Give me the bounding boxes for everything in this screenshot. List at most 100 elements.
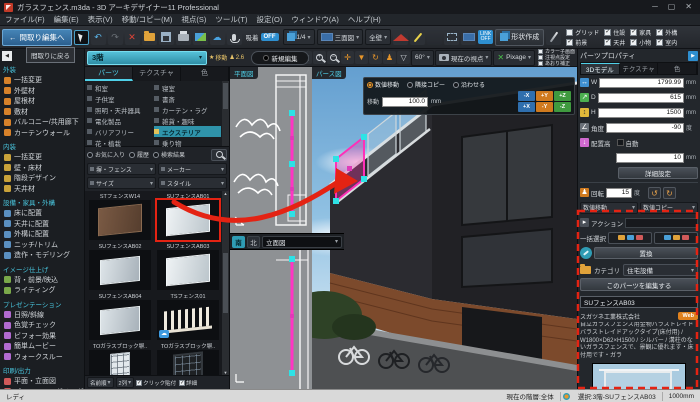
- field-input[interactable]: [597, 92, 684, 103]
- part-thumbnail[interactable]: TSフェンス01 ☁: [155, 292, 221, 340]
- fence-handle[interactable]: [333, 156, 339, 162]
- dual-view-icon[interactable]: [461, 29, 477, 45]
- layer-checkbox-3[interactable]: ✓ 外構: [656, 27, 677, 37]
- menu-item-3[interactable]: 移動/コピー(M): [122, 14, 173, 25]
- floor-select[interactable]: 3階 ▾: [87, 50, 207, 65]
- move-value-input[interactable]: [382, 96, 429, 107]
- elevation-view-select[interactable]: 立面図 ▾: [262, 235, 342, 248]
- property-tab-2[interactable]: 色: [658, 63, 698, 74]
- field-input[interactable]: [599, 77, 684, 88]
- selection-frame-icon[interactable]: [444, 29, 460, 45]
- auto-checkbox[interactable]: [616, 139, 624, 146]
- print-icon[interactable]: [175, 29, 191, 45]
- move-mode-radio-0[interactable]: 数値移動: [367, 80, 399, 89]
- category-item[interactable]: カーテン・ラグ: [154, 104, 221, 115]
- sidebar-item[interactable]: 一括変更: [2, 75, 84, 86]
- sidebar-item[interactable]: 外構に配置: [2, 229, 84, 240]
- scale-select[interactable]: 1/4 ▾: [282, 29, 315, 45]
- part-thumbnail-image[interactable]: [155, 198, 221, 242]
- action-input[interactable]: [625, 217, 698, 228]
- layer-checkbox-6[interactable]: ✓ 小物: [630, 37, 651, 47]
- filter-dropdown-1[interactable]: メーカー ▾: [158, 163, 227, 175]
- snap-toggle[interactable]: 吸着 OFF: [244, 32, 281, 42]
- pen-tool-icon[interactable]: [546, 29, 562, 45]
- field-input[interactable]: [597, 107, 684, 118]
- close-icon[interactable]: ✕: [685, 0, 692, 14]
- sidebar-item[interactable]: 背・前景/映込: [2, 275, 84, 286]
- menu-item-0[interactable]: ファイル(F): [5, 14, 45, 25]
- axis-button-+X[interactable]: +X: [518, 102, 535, 112]
- sidebar-item[interactable]: 簡単ムービー: [2, 341, 84, 352]
- sidebar-item[interactable]: 敷材: [2, 107, 84, 118]
- field-input[interactable]: [606, 122, 684, 133]
- category-item[interactable]: 雑貨・趣味: [154, 115, 221, 126]
- sidebar-item[interactable]: バルコニー/共用廊下: [2, 117, 84, 128]
- image-export-icon[interactable]: [192, 29, 208, 45]
- columns-select[interactable]: 2列 ▾: [115, 377, 135, 388]
- redo-icon[interactable]: ↷: [107, 29, 123, 45]
- menu-item-1[interactable]: 編集(E): [54, 14, 79, 25]
- search-button[interactable]: [211, 148, 227, 161]
- category-item[interactable]: 花・植栽: [87, 137, 154, 148]
- microphone-icon[interactable]: [226, 29, 242, 45]
- fence-midpoint[interactable]: [347, 166, 352, 171]
- sidebar-item[interactable]: 平面・立面図: [2, 376, 84, 387]
- zoom-out-icon[interactable]: −: [327, 51, 341, 64]
- part-thumbnail-image[interactable]: [89, 200, 151, 240]
- part-thumbnail-image[interactable]: [89, 350, 151, 375]
- fence-handle[interactable]: [333, 198, 339, 204]
- scroll-up-icon[interactable]: ▲: [224, 191, 228, 196]
- part-thumbnail-image[interactable]: [89, 250, 151, 290]
- move-mode-radio-2[interactable]: 沿わせる: [453, 80, 485, 89]
- save-icon[interactable]: [158, 29, 174, 45]
- category-item[interactable]: 子供室: [87, 93, 154, 104]
- replace-button[interactable]: 置換: [594, 246, 698, 259]
- filter-dropdown-2[interactable]: サイズ ▾: [87, 177, 156, 189]
- sidebar-item[interactable]: 天井に配置: [2, 219, 84, 230]
- numeric-move-select[interactable]: 数値移動 ▾: [580, 201, 638, 214]
- menu-item-7[interactable]: ウィンドウ(A): [291, 14, 339, 25]
- view-layout-select[interactable]: 三面図 ▾: [316, 29, 364, 45]
- thumbnail-scrollbar[interactable]: ▲ ▼: [222, 191, 229, 375]
- eye-height-icon[interactable]: ♟: [383, 51, 397, 64]
- fence-midpoint[interactable]: [290, 314, 294, 318]
- part-name-input[interactable]: [580, 296, 698, 308]
- batch-select-button-1[interactable]: [608, 231, 652, 244]
- sidebar-item[interactable]: カーテンウォール: [2, 128, 84, 139]
- category-item[interactable]: 和室: [87, 82, 154, 93]
- parts-radio-2[interactable]: 検索結果: [153, 150, 185, 159]
- sidebar-item[interactable]: 天井材: [2, 184, 84, 195]
- footer-checkbox-1[interactable]: ✓ 詳細: [179, 379, 197, 387]
- rotate-ccw-button[interactable]: ↺: [648, 186, 661, 199]
- menu-item-6[interactable]: 設定(O): [256, 14, 282, 25]
- menu-item-8[interactable]: ヘルプ(H): [348, 14, 381, 25]
- axis-button--X[interactable]: -X: [518, 91, 535, 101]
- undo-icon[interactable]: ↶: [90, 29, 106, 45]
- perspective-view[interactable]: パース図 数値移動 隣接コピー 沿わせる 移動 100.0 mm -X +Y +…: [312, 67, 577, 389]
- move-view-icon[interactable]: ✛: [341, 51, 355, 64]
- part-thumbnail[interactable]: SUフェンスAB04: [87, 292, 153, 340]
- sidebar-item[interactable]: 外壁材: [2, 86, 84, 97]
- scrollbar-thumb[interactable]: [223, 253, 228, 313]
- wall-mode-select[interactable]: 全壁 ▾: [365, 29, 392, 45]
- category-item[interactable]: 書斎: [154, 93, 221, 104]
- camera-view-select[interactable]: 現在の視点 ▾: [434, 49, 493, 66]
- parts-tab-2[interactable]: 色: [181, 67, 229, 81]
- plan-view[interactable]: 平面図: [230, 67, 312, 233]
- sort-select[interactable]: 名前順 ▾: [87, 377, 114, 388]
- layer-checkbox-7[interactable]: ✓ 室内: [656, 37, 677, 47]
- web-badge[interactable]: Web: [678, 312, 698, 320]
- view-option-checkbox-2[interactable]: あおり補正: [537, 61, 575, 67]
- part-thumbnail[interactable]: TOガラスブロック塀..: [87, 342, 153, 375]
- south-view-button[interactable]: 南: [232, 235, 245, 248]
- detail-settings-button[interactable]: 詳細設定: [618, 166, 698, 179]
- fence-midpoint[interactable]: [290, 136, 294, 140]
- fence-handle[interactable]: [289, 256, 295, 262]
- placement-input[interactable]: [616, 152, 684, 163]
- sidebar-item[interactable]: 日照/斜線: [2, 310, 84, 321]
- parts-radio-0[interactable]: お気に入り: [87, 150, 125, 159]
- cloud-download-icon[interactable]: ☁: [209, 29, 225, 45]
- axis-button--Z[interactable]: -Z: [554, 102, 571, 112]
- part-thumbnail[interactable]: SUフェンスAB03: [155, 242, 221, 290]
- link-icon[interactable]: [580, 246, 592, 259]
